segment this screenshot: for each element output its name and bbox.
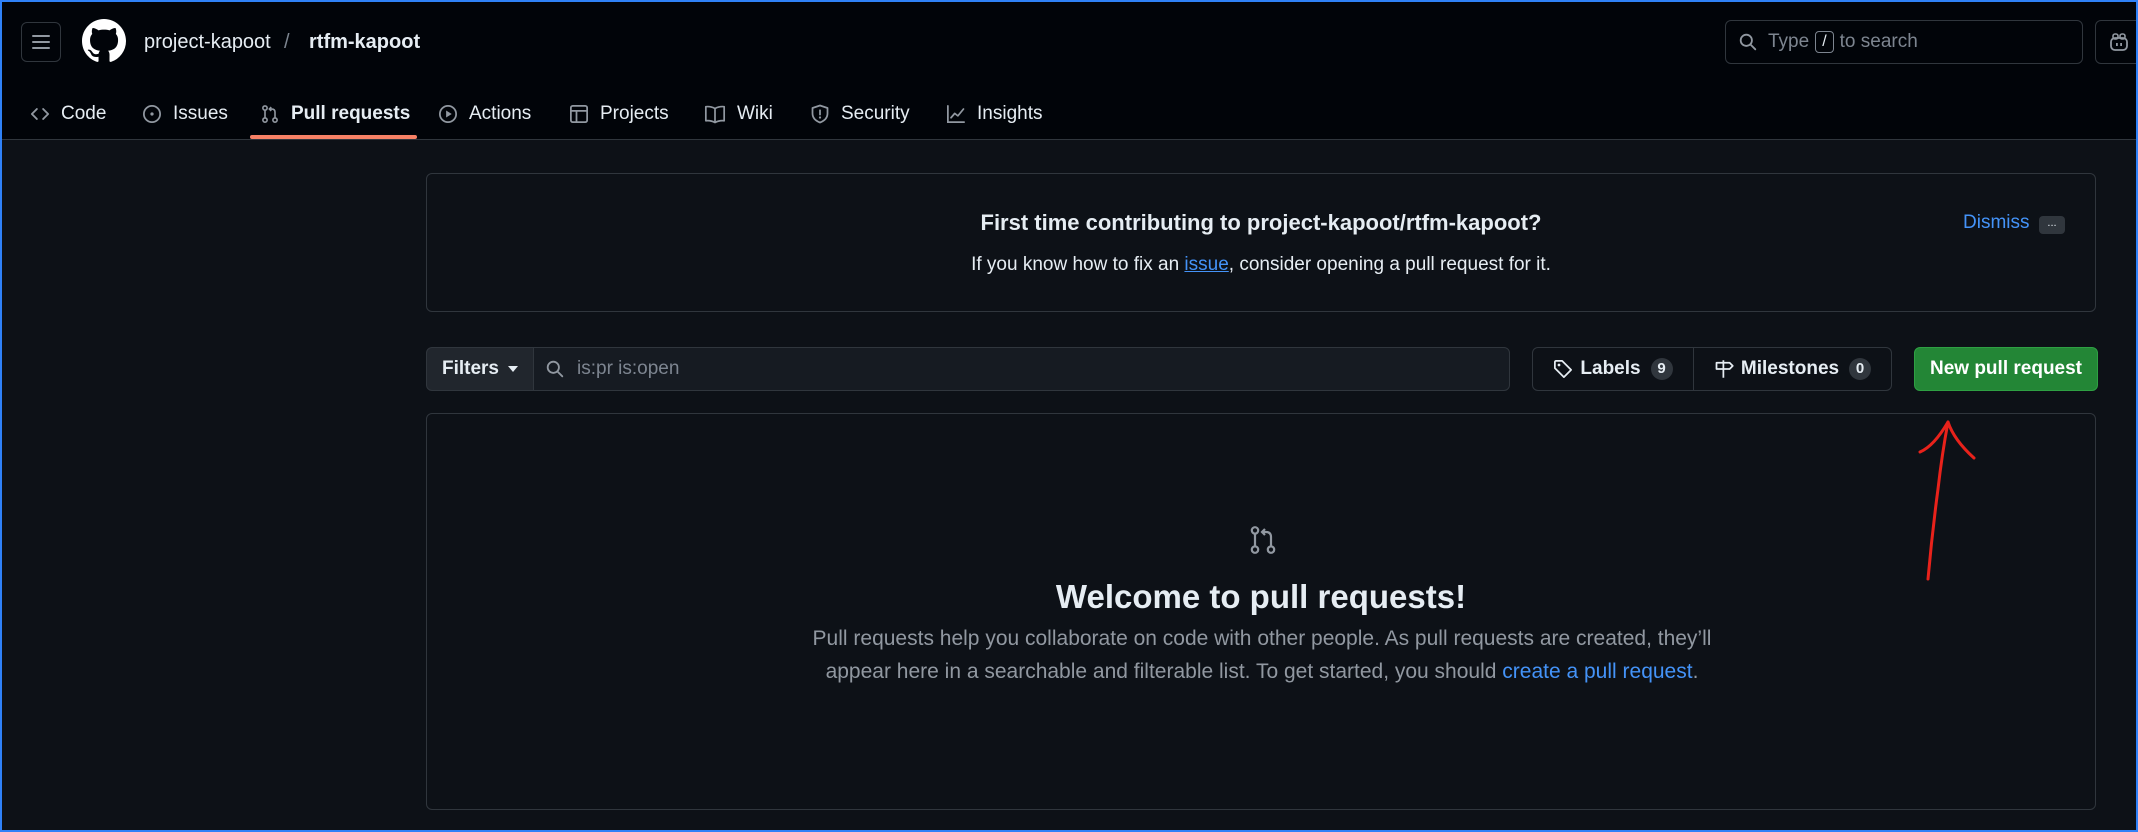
active-tab-underline <box>250 135 417 139</box>
search-prefix: Type <box>1768 31 1810 52</box>
more-options-button[interactable]: ... <box>2039 216 2065 234</box>
breadcrumb-separator: / <box>284 31 290 53</box>
dismiss-link[interactable]: Dismiss <box>1963 212 2030 234</box>
github-logo-icon[interactable] <box>82 19 126 63</box>
menu-button[interactable] <box>21 22 61 62</box>
banner-desc-after: , consider opening a pull request for it… <box>1228 254 1551 275</box>
tab-label: Projects <box>600 103 669 124</box>
blankslate-description: Pull requests help you collaborate on co… <box>777 622 1747 688</box>
first-time-contributor-banner: First time contributing to project-kapoo… <box>426 173 2096 312</box>
tab-label: Insights <box>977 103 1043 124</box>
search-suffix: to search <box>1839 31 1918 52</box>
filters-button[interactable]: Filters <box>426 347 534 391</box>
tab-security[interactable]: Security <box>810 90 910 138</box>
issue-opened-icon <box>143 105 161 123</box>
milestone-icon <box>1715 360 1734 378</box>
copilot-button[interactable] <box>2095 20 2138 64</box>
search-icon <box>546 360 564 378</box>
blankslate-title: Welcome to pull requests! <box>1055 578 1467 615</box>
search-icon <box>1739 33 1757 51</box>
tag-icon <box>1554 360 1573 378</box>
milestones-button[interactable]: Milestones 0 <box>1693 347 1892 391</box>
blankslate-desc-line1: Pull requests help you collaborate on co… <box>812 627 1712 650</box>
copilot-icon <box>2110 33 2128 51</box>
breadcrumb-owner[interactable]: project-kapoot <box>144 29 271 55</box>
caret-down-icon <box>508 366 519 372</box>
tab-issues[interactable]: Issues <box>142 90 228 138</box>
tab-label: Wiki <box>737 103 773 124</box>
create-pull-request-link[interactable]: create a pull request <box>1502 660 1692 683</box>
labels-count: 9 <box>1650 358 1673 380</box>
tab-label: Code <box>61 103 107 124</box>
tab-code[interactable]: Code <box>30 90 106 138</box>
blankslate-desc-line2: appear here in a searchable and filterab… <box>825 660 1503 683</box>
tab-label: Pull requests <box>291 103 411 124</box>
git-pull-request-icon <box>262 105 278 123</box>
banner-title: First time contributing to project-kapoo… <box>980 210 1542 235</box>
tab-label: Issues <box>173 103 228 124</box>
table-icon <box>570 105 588 123</box>
global-search-input[interactable]: Type / to search <box>1725 20 2083 64</box>
filters-label: Filters <box>441 358 500 379</box>
tab-insights[interactable]: Insights <box>946 90 1042 138</box>
search-shortcut-key: / <box>1815 31 1834 53</box>
filter-search-input[interactable]: is:pr is:open <box>533 347 1510 391</box>
issue-link[interactable]: issue <box>1184 254 1228 275</box>
code-icon <box>30 108 50 120</box>
tab-label: Actions <box>469 103 532 124</box>
milestones-count: 0 <box>1849 358 1872 380</box>
book-icon <box>704 105 726 124</box>
blankslate-desc-end: . <box>1692 660 1699 683</box>
labels-button[interactable]: Labels 9 <box>1532 347 1694 391</box>
breadcrumb-repo[interactable]: rtfm-kapoot <box>309 29 420 55</box>
global-header: project-kapoot / rtfm-kapoot Type / to s… <box>2 2 2138 140</box>
tab-wiki[interactable]: Wiki <box>704 90 773 138</box>
shield-icon <box>811 104 829 124</box>
hamburger-icon <box>32 35 50 49</box>
pull-requests-blankslate: Welcome to pull requests! Pull requests … <box>426 413 2096 810</box>
milestones-label: Milestones <box>1740 358 1840 379</box>
graph-icon <box>947 105 965 123</box>
play-icon <box>439 105 457 123</box>
tab-actions[interactable]: Actions <box>438 90 531 138</box>
labels-label: Labels <box>1580 358 1641 379</box>
tab-projects[interactable]: Projects <box>569 90 669 138</box>
git-pull-request-icon <box>1250 526 1276 554</box>
banner-desc-before: If you know how to fix an <box>971 254 1185 275</box>
new-pull-request-button[interactable]: New pull request <box>1914 347 2098 391</box>
tab-pull-requests[interactable]: Pull requests <box>260 90 410 138</box>
tab-label: Security <box>841 103 910 124</box>
banner-description: If you know how to fix an issue, conside… <box>427 254 2095 276</box>
filter-query: is:pr is:open <box>577 358 680 379</box>
